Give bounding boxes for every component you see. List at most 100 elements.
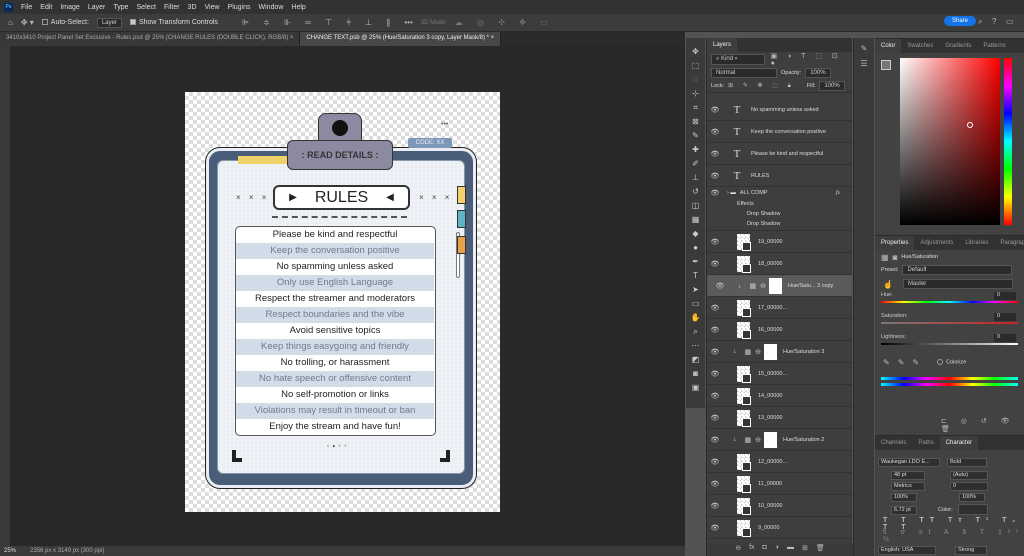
eye-icon[interactable]: 👁︎	[707, 260, 723, 268]
link-icon[interactable]: ⊖	[735, 544, 741, 556]
eye-icon[interactable]: 👁︎	[707, 524, 723, 532]
layer-mask-thumbnail[interactable]	[764, 343, 777, 360]
mask-icon[interactable]: ◙	[893, 253, 898, 262]
eye-icon[interactable]: 👁︎	[707, 414, 723, 422]
menu-filter[interactable]: Filter	[164, 4, 180, 11]
horizontal-scale-input[interactable]: 100%	[959, 493, 985, 502]
screen-mode-icon[interactable]: ▣	[692, 382, 700, 393]
lightness-input[interactable]: 0	[994, 334, 1016, 342]
vertical-scale-input[interactable]: 100%	[891, 493, 917, 502]
tab-change-text[interactable]: CHANGE TEXT.psb @ 25% (Hue/Saturation 3 …	[300, 32, 502, 46]
search-icon[interactable]: ⌕	[978, 17, 982, 27]
healing-icon[interactable]: ✚	[692, 144, 699, 155]
more-tools-icon[interactable]: ⋯	[692, 340, 700, 351]
path-select-icon[interactable]: ➤	[692, 284, 699, 295]
link-icon[interactable]: ⊖	[760, 282, 766, 290]
hue-input[interactable]: 0	[994, 292, 1016, 300]
layer-row[interactable]: 👁︎ 16_00000	[707, 319, 852, 341]
align-icons[interactable]: ⊫ ≑ ⊪ ═ ⊤ ⫩ ⊥ ∥	[242, 18, 396, 28]
quick-mask-icon[interactable]: ◙	[693, 368, 698, 379]
layer-row[interactable]: 👁︎ T RULES	[707, 165, 852, 187]
select-tool-icon[interactable]: ⊹	[692, 88, 699, 99]
font-size-input[interactable]: 48 pt	[891, 471, 925, 480]
layer-select[interactable]: Layer	[96, 17, 122, 28]
eye-icon[interactable]: 👁︎	[707, 189, 723, 197]
layer-row[interactable]: 👁︎ 19_00000	[707, 231, 852, 253]
link-icon[interactable]: ⊖	[755, 436, 761, 444]
trash-icon[interactable]: 🗑︎	[816, 544, 825, 556]
tab-layers[interactable]: Layers	[707, 38, 738, 52]
menu-3d[interactable]: 3D	[188, 4, 197, 11]
zoom-level[interactable]: 25%	[4, 548, 16, 554]
layer-row[interactable]: 👁︎ ↓ ▦ ⊖ Hue/Saturation 2	[707, 429, 852, 451]
lightness-slider[interactable]	[881, 343, 1018, 345]
font-family-select[interactable]: Waukegan LDO E...	[878, 458, 940, 467]
adjustment-icon[interactable]: ◑	[775, 544, 779, 556]
eye-icon[interactable]: 👁︎	[707, 348, 723, 356]
tab-paragraph[interactable]: Paragraph	[994, 236, 1024, 250]
eye-icon[interactable]: 👁︎	[707, 128, 723, 136]
eye-icon[interactable]: 👁︎	[707, 150, 723, 158]
rectangle-icon[interactable]: ▭	[692, 298, 700, 309]
home-icon[interactable]: ⌂	[8, 18, 13, 27]
menu-edit[interactable]: Edit	[40, 4, 52, 11]
layer-row[interactable]: 👁︎ 13_00000	[707, 407, 852, 429]
color-picker-field[interactable]	[900, 58, 1000, 225]
color-picker-cursor[interactable]	[967, 122, 973, 128]
group-icon[interactable]: ▬	[787, 544, 794, 556]
layer-mask-thumbnail[interactable]	[769, 278, 782, 294]
tracking-select[interactable]: 0	[950, 482, 988, 491]
fx-icon[interactable]: fx	[749, 544, 754, 556]
drop-shadow-effect[interactable]: Drop Shadow	[707, 209, 852, 219]
font-style-select[interactable]: Bold	[947, 458, 987, 467]
layer-row[interactable]: 👁︎ T No spamming unless asked	[707, 99, 852, 121]
stamp-icon[interactable]: ⊥	[692, 172, 699, 183]
eyedropper-icon[interactable]: ✎	[692, 130, 699, 141]
layer-row[interactable]: 👁︎ T Please be kind and respectful	[707, 143, 852, 165]
adjust-icon[interactable]: ☰	[854, 59, 874, 68]
targeted-adjust-icon[interactable]: ☝	[883, 280, 893, 289]
layer-row[interactable]: 👁︎ 17_00000...	[707, 297, 852, 319]
gradient-icon[interactable]: ▦	[692, 214, 700, 225]
brush-icon[interactable]: ✐	[692, 158, 699, 169]
blend-mode-select[interactable]: Normal	[711, 67, 777, 78]
tab-libraries[interactable]: Libraries	[959, 236, 994, 250]
tab-channels[interactable]: Channels	[875, 436, 912, 450]
workspace-icon[interactable]: ▭	[1006, 17, 1014, 26]
share-button[interactable]: Share	[943, 16, 976, 26]
layer-mask-thumbnail[interactable]	[764, 431, 777, 448]
group-all-comp[interactable]: 👁︎ › ▬ ALL COMP fx Effects Drop Shadow Drop…	[707, 187, 852, 231]
eye-icon[interactable]: 👁︎	[707, 370, 723, 378]
tab-swatches[interactable]: Swatches	[901, 39, 939, 53]
opentype-buttons[interactable]: ﬁ ơ st A ā T 1ˢᵗ ½	[883, 529, 1024, 543]
menu-select[interactable]: Select	[137, 4, 156, 11]
menu-view[interactable]: View	[205, 4, 220, 11]
layer-row[interactable]: 👁︎ 11_00000	[707, 473, 852, 495]
layer-row[interactable]: 👁︎ ↓ ▦ ⊖ Hue/Satu... 3 copy	[707, 275, 852, 297]
help-icon[interactable]: ?	[992, 17, 996, 26]
eye-icon[interactable]: 👁︎	[707, 458, 723, 466]
eye-icon[interactable]: 👁︎	[707, 326, 723, 334]
kerning-select[interactable]: Metrics	[891, 482, 925, 491]
crop-tool-icon[interactable]: ⌗	[693, 102, 698, 113]
properties-footer-icons[interactable]: ⊏ ◎ ↺ 👁︎ 🗑︎	[941, 417, 1024, 433]
pen-icon[interactable]: ✒	[692, 256, 699, 267]
frame-tool-icon[interactable]: ⊠	[692, 116, 699, 127]
opacity-input[interactable]: 100%	[805, 67, 831, 78]
tab-character[interactable]: Character	[939, 436, 979, 450]
tab-gradients[interactable]: Gradients	[939, 39, 977, 53]
color-swatches-icon[interactable]: ◩	[692, 354, 700, 365]
menu-plugins[interactable]: Plugins	[228, 4, 251, 11]
eye-icon[interactable]: 👁︎	[707, 238, 723, 246]
eye-icon[interactable]: 👁︎	[712, 282, 728, 290]
menu-file[interactable]: File	[21, 4, 32, 11]
fill-input[interactable]: 100%	[819, 80, 845, 91]
language-select[interactable]: English: USA	[878, 546, 936, 555]
drop-shadow-effect[interactable]: Drop Shadow	[707, 219, 852, 229]
menu-window[interactable]: Window	[259, 4, 284, 11]
more-icon[interactable]: •••	[404, 18, 412, 27]
show-transform-checkbox[interactable]: Show Transform Controls	[129, 19, 218, 26]
hue-slider[interactable]	[881, 301, 1018, 303]
menu-layer[interactable]: Layer	[88, 4, 106, 11]
zoom-tool-icon[interactable]: ⌕	[693, 326, 697, 337]
